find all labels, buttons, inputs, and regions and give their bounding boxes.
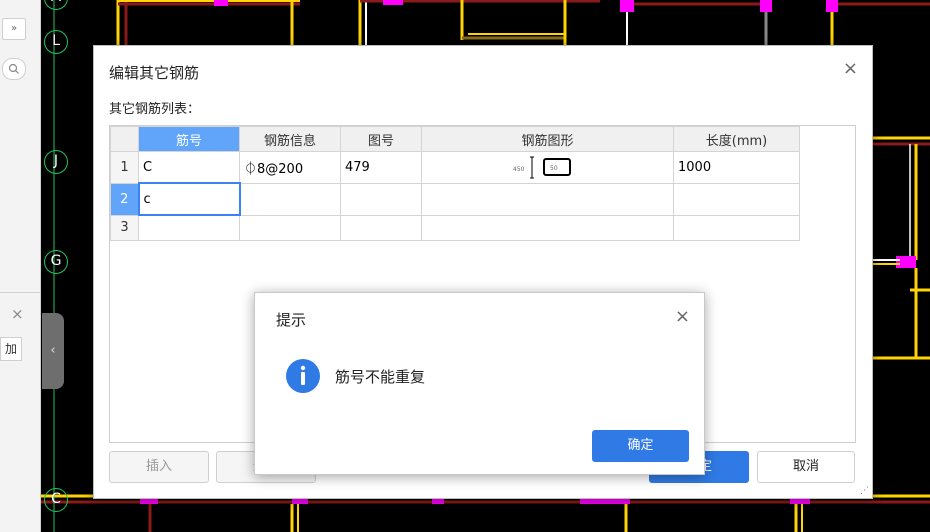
alert-message: 筋号不能重复 xyxy=(335,368,426,386)
dialog-close-icon[interactable]: × xyxy=(843,58,858,79)
collapse-tab[interactable]: ‹ xyxy=(42,313,64,389)
info-icon xyxy=(286,359,320,393)
rebar-shape-drawing: 450 50 xyxy=(513,156,571,179)
cell-length[interactable] xyxy=(673,214,800,241)
col-header-info[interactable]: 钢筋信息 xyxy=(239,126,341,152)
row-number[interactable]: 2 xyxy=(110,182,139,216)
cell-length[interactable]: 1000 xyxy=(673,151,800,184)
add-button[interactable]: 加 xyxy=(0,337,22,361)
alert-title: 提示 xyxy=(276,311,307,329)
cell-fig[interactable] xyxy=(340,214,422,241)
cell-length[interactable] xyxy=(673,182,800,216)
grid-label-l: L xyxy=(44,30,68,54)
cancel-button[interactable]: 取消 xyxy=(757,451,855,483)
dialog-title: 编辑其它钢筋 xyxy=(109,64,200,82)
expand-button[interactable]: » xyxy=(2,18,26,40)
row-number[interactable]: 3 xyxy=(110,214,139,241)
double-chevron-icon: » xyxy=(10,23,18,34)
grid-label-g: G xyxy=(44,250,68,274)
cell-name-editing[interactable]: c xyxy=(137,182,241,216)
rebar-shape: 450 50 xyxy=(426,153,669,181)
table-row[interactable]: 2 c xyxy=(110,182,800,216)
cell-fig[interactable]: 479 xyxy=(340,151,422,184)
grid-label-c: C xyxy=(44,488,68,512)
cell-fig[interactable] xyxy=(340,182,422,216)
col-header-name[interactable]: 筋号 xyxy=(138,126,240,152)
col-header-length[interactable]: 长度(mm) xyxy=(673,126,800,152)
cell-info[interactable] xyxy=(239,182,341,216)
left-panel: » × 加 xyxy=(0,0,41,532)
cell-shape[interactable]: 450 50 xyxy=(421,151,674,184)
panel-divider xyxy=(0,292,40,293)
shape-label-450: 450 xyxy=(513,166,525,173)
rebar-table: 筋号 钢筋信息 图号 钢筋图形 长度(mm) 1 C ⏀8@200 479 45… xyxy=(110,126,800,241)
cell-info[interactable]: ⏀8@200 xyxy=(239,151,341,184)
table-row[interactable]: 3 xyxy=(110,214,800,241)
cell-shape[interactable] xyxy=(421,214,674,241)
table-row[interactable]: 1 C ⏀8@200 479 450 50 1000 xyxy=(110,151,800,184)
alert-ok-button[interactable]: 确定 xyxy=(592,430,689,462)
search-icon xyxy=(8,63,19,74)
col-header-shape[interactable]: 钢筋图形 xyxy=(421,126,674,152)
search-button[interactable] xyxy=(2,58,26,80)
rebar-list-label: 其它钢筋列表： xyxy=(109,102,201,117)
cell-info[interactable] xyxy=(239,214,341,241)
grid-label-j: J xyxy=(44,150,68,174)
row-number[interactable]: 1 xyxy=(110,151,139,184)
cell-name[interactable]: C xyxy=(138,151,240,184)
alert-close-icon[interactable]: × xyxy=(675,306,690,327)
cell-shape[interactable] xyxy=(421,182,674,216)
resize-grip-icon[interactable]: ⋰ xyxy=(860,486,869,496)
chevron-left-icon: ‹ xyxy=(50,343,56,358)
panel-close-icon[interactable]: × xyxy=(11,305,24,323)
alert-dialog: 提示 × 筋号不能重复 确定 xyxy=(254,292,705,475)
corner-header[interactable] xyxy=(110,126,139,152)
insert-button[interactable]: 插入 xyxy=(109,451,209,483)
cell-name[interactable] xyxy=(138,214,240,241)
shape-label-50: 50 xyxy=(550,165,558,172)
col-header-fig[interactable]: 图号 xyxy=(340,126,422,152)
